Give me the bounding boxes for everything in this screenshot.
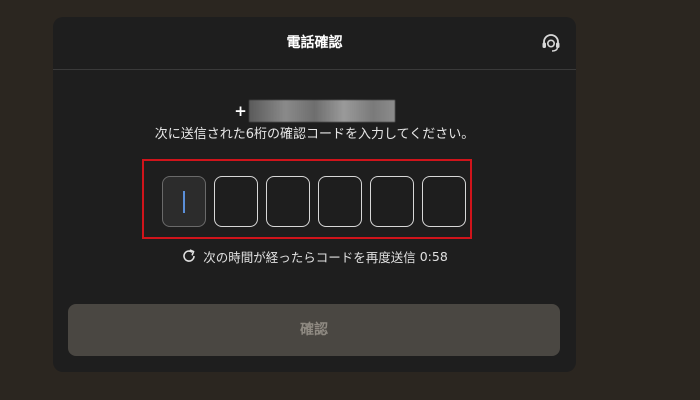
code-digit-2[interactable] [214, 176, 258, 227]
resend-countdown: 0:58 [419, 248, 448, 264]
dialog-title: 電話確認 [286, 35, 343, 51]
confirm-button[interactable]: 確認 [68, 304, 560, 356]
code-digit-3[interactable] [266, 176, 310, 227]
phone-prefix: + [234, 102, 247, 120]
code-digit-5[interactable] [370, 176, 414, 227]
phone-verification-dialog: 電話確認 + 次に送信された6桁の確認コードを入力してください。 次の時間が経っ… [53, 17, 576, 372]
masked-phone-number [248, 100, 395, 122]
resend-code[interactable]: 次の時間が経ったらコードを再度送信 0:58 [53, 245, 576, 267]
support-button[interactable] [540, 32, 562, 54]
phone-number: + [53, 100, 576, 122]
text-caret [183, 191, 185, 213]
headset-icon [542, 34, 560, 52]
instruction-text: 次に送信された6桁の確認コードを入力してください。 [154, 127, 475, 142]
dialog-header: 電話確認 [53, 17, 576, 70]
code-digit-6[interactable] [422, 176, 466, 227]
refresh-icon [183, 249, 196, 262]
resend-label: 次の時間が経ったらコードを再度送信 [203, 249, 416, 265]
code-digit-4[interactable] [318, 176, 362, 227]
code-digit-1[interactable] [162, 176, 206, 227]
